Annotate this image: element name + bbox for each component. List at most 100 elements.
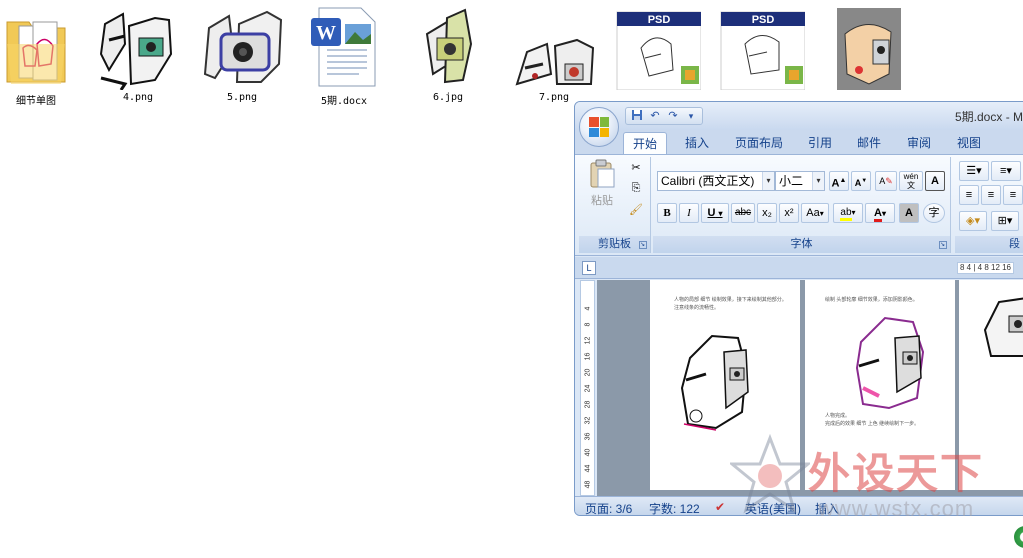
strikethrough-button[interactable]: abc xyxy=(731,203,755,223)
character-border-button[interactable]: A xyxy=(925,171,945,191)
image-thumbnail-icon xyxy=(511,4,597,90)
tray-icon[interactable] xyxy=(1014,526,1023,548)
bullets-button[interactable]: ☰▾ xyxy=(959,161,989,181)
character-shading-button[interactable]: A xyxy=(899,203,919,223)
image-file-item[interactable] xyxy=(820,4,912,92)
vruler-mark: 48 xyxy=(584,480,592,489)
insert-mode-status[interactable]: 插入 xyxy=(815,500,839,515)
image-thumbnail-icon xyxy=(199,4,285,90)
robot-face-illustration xyxy=(983,297,1023,357)
office-button[interactable] xyxy=(579,107,619,147)
psd-file-item[interactable]: PSD xyxy=(716,4,808,91)
paste-label: 粘贴 xyxy=(591,195,613,207)
borders-button[interactable]: ⊞▾ xyxy=(991,211,1019,231)
document-page[interactable]: 绘制 头部轮廓 细节效果，添加阴影颜色。 人物完成。 完成后的效果 细节 上色 … xyxy=(805,280,955,490)
ruler-marks: 8 4 | 4 8 12 16 xyxy=(957,262,1015,274)
font-size-value: 小二 xyxy=(779,174,804,188)
vruler-mark: 20 xyxy=(584,368,592,377)
highlight-button[interactable]: ab▾ xyxy=(833,203,863,223)
customize-toolbar-icon[interactable]: ▾ xyxy=(684,109,698,123)
svg-text:W: W xyxy=(316,22,336,44)
ribbon: 粘贴 ✂ ⎘ 🖌 剪贴板 ↘ Calibri (西文正文) ▾ 小二 ▾ A▲ … xyxy=(575,154,1023,256)
grow-font-button[interactable]: A▲ xyxy=(829,171,849,191)
office-logo-icon xyxy=(589,117,609,137)
vruler-mark: 4 xyxy=(584,306,592,311)
tab-view[interactable]: 视图 xyxy=(957,134,981,151)
paragraph-group-label: 段 xyxy=(955,236,1023,253)
shrink-font-button[interactable]: A▼ xyxy=(851,171,871,191)
page-text: 完成后的效果 细节 上色 继续绘制下一步。 xyxy=(825,421,920,427)
word-window[interactable]: ↶ ↷ ▾ 5期.docx - M 开始 插入 页面布局 引用 邮件 审阅 视图… xyxy=(574,101,1023,516)
font-launcher-icon[interactable]: ↘ xyxy=(939,241,947,249)
vertical-ruler[interactable]: 4 8 12 16 20 24 28 32 36 40 44 48 xyxy=(580,280,595,496)
tab-selector-button[interactable]: L xyxy=(582,261,596,275)
paste-button[interactable]: 粘贴 xyxy=(585,159,619,221)
horizontal-ruler[interactable]: L 8 4 | 4 8 12 16 xyxy=(575,257,1023,279)
tab-mailings[interactable]: 邮件 xyxy=(857,134,881,151)
redo-icon[interactable]: ↷ xyxy=(666,109,680,123)
italic-button[interactable]: I xyxy=(679,203,699,223)
font-color-button[interactable]: A▾ xyxy=(865,203,895,223)
subscript-button[interactable]: x₂ xyxy=(757,203,777,223)
phonetic-guide-button[interactable]: wén 文 xyxy=(899,171,923,191)
page-text: 人物的局部 细节 绘制效果，接下来绘制其他部分。 xyxy=(674,297,787,303)
undo-icon[interactable]: ↶ xyxy=(648,109,662,123)
tab-insert[interactable]: 插入 xyxy=(685,134,709,151)
document-area[interactable]: 人物的局部 细节 绘制效果，接下来绘制其他部分。 注意线条的流畅性。 绘制 头部… xyxy=(597,280,1023,496)
psd-file-item[interactable]: PSD xyxy=(612,4,704,91)
image-file-item[interactable]: 7.png xyxy=(508,4,600,103)
vruler-mark: 44 xyxy=(584,464,592,473)
vruler-mark: 24 xyxy=(584,384,592,393)
page-text: 注意线条的流畅性。 xyxy=(674,305,720,311)
save-icon[interactable] xyxy=(630,109,644,123)
document-page[interactable] xyxy=(959,280,1023,490)
page-text: 人物完成。 xyxy=(825,413,851,419)
font-size-select[interactable]: 小二 ▾ xyxy=(775,171,825,191)
image-file-item[interactable]: 6.jpg xyxy=(402,4,494,103)
vruler-mark: 32 xyxy=(584,416,592,425)
chevron-down-icon: ▾ xyxy=(812,172,824,190)
word-count[interactable]: 字数: 122 xyxy=(649,500,700,515)
bold-button[interactable]: B xyxy=(657,203,677,223)
clipboard-launcher-icon[interactable]: ↘ xyxy=(639,241,647,249)
page-count[interactable]: 页面: 3/6 xyxy=(585,500,632,515)
image-file-item[interactable]: 5.png xyxy=(196,4,288,103)
align-left-icon[interactable]: ≡ xyxy=(959,185,979,205)
robot-face-illustration xyxy=(855,316,925,410)
tab-home[interactable]: 开始 xyxy=(623,132,668,154)
document-page[interactable]: 人物的局部 细节 绘制效果，接下来绘制其他部分。 注意线条的流畅性。 xyxy=(650,280,800,490)
vruler-mark: 40 xyxy=(584,448,592,457)
cut-icon[interactable]: ✂ xyxy=(627,159,645,179)
copy-icon[interactable]: ⎘ xyxy=(627,179,645,199)
align-right-icon[interactable]: ≡ xyxy=(1003,185,1023,205)
psd-document-icon: PSD xyxy=(615,4,702,91)
superscript-button[interactable]: x² xyxy=(779,203,799,223)
align-center-icon[interactable]: ≡ xyxy=(981,185,1001,205)
window-title: 5期.docx - M xyxy=(955,110,1023,124)
image-file-item[interactable]: 4.png xyxy=(92,4,184,103)
shading-button[interactable]: ◈▾ xyxy=(959,211,987,231)
file-name: 5.png xyxy=(226,92,258,103)
page-text: 绘制 头部轮廓 细节效果，添加阴影颜色。 xyxy=(825,297,918,303)
font-name-value: Calibri (西文正文) xyxy=(661,174,755,188)
paste-icon xyxy=(590,159,615,188)
tab-page-layout[interactable]: 页面布局 xyxy=(735,134,783,151)
folder-item[interactable]: 细节单图 xyxy=(0,4,82,107)
vruler-mark: 28 xyxy=(584,400,592,409)
language-status[interactable]: 英语(美国) xyxy=(745,500,801,515)
font-name-select[interactable]: Calibri (西文正文) ▾ xyxy=(657,171,775,191)
quick-access-toolbar: ↶ ↷ ▾ xyxy=(625,107,703,125)
paragraph-group: ☰▾ ≡▾ ≡ ≡ ≡ ◈▾ ⊞▾ 段 xyxy=(955,157,1023,253)
enclose-characters-button[interactable]: 字 xyxy=(923,203,945,223)
font-group-label: 字体 xyxy=(653,236,950,253)
change-case-button[interactable]: Aa▾ xyxy=(801,203,829,223)
format-painter-icon[interactable]: 🖌 xyxy=(627,201,645,221)
tab-review[interactable]: 审阅 xyxy=(907,134,931,151)
vruler-mark: 36 xyxy=(584,432,592,441)
tab-references[interactable]: 引用 xyxy=(808,134,832,151)
numbering-button[interactable]: ≡▾ xyxy=(991,161,1021,181)
underline-button[interactable]: U ▾ xyxy=(701,203,729,223)
word-file-item[interactable]: W 5期.docx xyxy=(298,4,390,107)
clear-formatting-button[interactable]: A✎ xyxy=(875,171,897,191)
proofing-icon[interactable]: ✔ xyxy=(715,500,725,514)
